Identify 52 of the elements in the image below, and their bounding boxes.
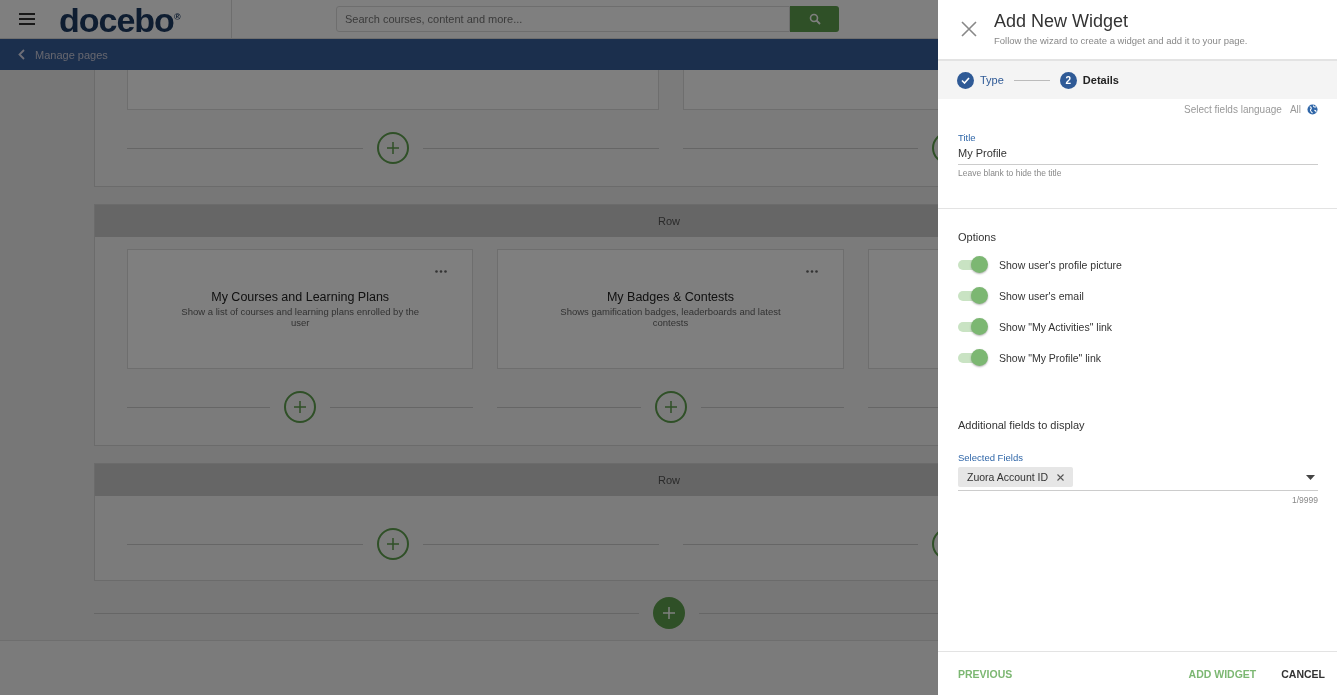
search-icon: [808, 13, 821, 25]
toggle-switch[interactable]: [958, 317, 988, 336]
plus-icon: [662, 606, 676, 620]
add-widget-button[interactable]: [284, 391, 317, 423]
globe-icon: [1307, 104, 1318, 115]
widget-title: My Badges & Contests: [606, 290, 735, 304]
toggle-switch[interactable]: [958, 348, 988, 367]
row-header: Row: [95, 464, 938, 496]
language-label: Select fields language: [1184, 104, 1282, 115]
search-field[interactable]: Search courses, content and more...: [336, 6, 790, 32]
panel-subtitle: Follow the wizard to create a widget and add it to your page.: [994, 35, 1248, 46]
section-heading: Options: [958, 231, 997, 243]
field-counter: 1/9999: [1291, 495, 1318, 505]
plus-icon: [385, 537, 400, 551]
check-icon: [961, 76, 970, 84]
remove-icon[interactable]: [1057, 473, 1065, 481]
row-header: Row: [95, 205, 938, 237]
plus-icon: [385, 141, 400, 155]
section-heading: Additional fields to display: [958, 419, 1086, 431]
helper-text: Leave blank to hide the title: [958, 168, 1063, 178]
toggle-switch[interactable]: [958, 255, 988, 274]
wizard-step[interactable]: 2 Details: [1059, 71, 1119, 89]
plus-icon: [293, 400, 308, 414]
widget-title: My Courses and Learning Plans: [211, 290, 390, 304]
panel-title: Add New Widget: [994, 11, 1130, 32]
dropdown-caret-icon[interactable]: [1306, 474, 1315, 480]
menu-icon[interactable]: [19, 13, 35, 25]
chevron-left-icon: [18, 49, 25, 60]
plus-icon: [663, 400, 678, 414]
add-widget-button[interactable]: [376, 132, 409, 164]
close-icon: [961, 21, 977, 37]
add-widget-button[interactable]: [376, 528, 409, 560]
widget-description: Show a list of courses and learning plans enrolled by the user: [180, 306, 420, 328]
search-button[interactable]: [790, 6, 839, 32]
option-label: Show "My Profile" link: [999, 351, 1101, 364]
field-label: Title: [958, 132, 977, 143]
cancel-button[interactable]: CANCEL: [1281, 667, 1325, 680]
add-row-button[interactable]: [653, 597, 685, 629]
more-icon[interactable]: [435, 270, 448, 273]
more-icon[interactable]: [805, 270, 818, 273]
widget-description: Shows gamification badges, leaderboards and latest contests: [559, 306, 782, 328]
option-label: Show "My Activities" link: [999, 320, 1113, 333]
toggle-switch[interactable]: [958, 286, 988, 305]
logo[interactable]: docebo$^{®}$: [59, 0, 231, 41]
field-chip[interactable]: Zuora Account ID: [958, 467, 1074, 487]
fields-select[interactable]: Zuora Account ID: [958, 465, 1318, 491]
field-label: Selected Fields: [958, 452, 1024, 463]
option-label: Show user's email: [999, 289, 1084, 302]
title-field[interactable]: My Profile: [958, 143, 1318, 165]
option-label: Show user's profile picture: [999, 258, 1122, 271]
add-widget-button[interactable]: [654, 391, 687, 423]
wizard-step[interactable]: Type: [957, 71, 1004, 89]
